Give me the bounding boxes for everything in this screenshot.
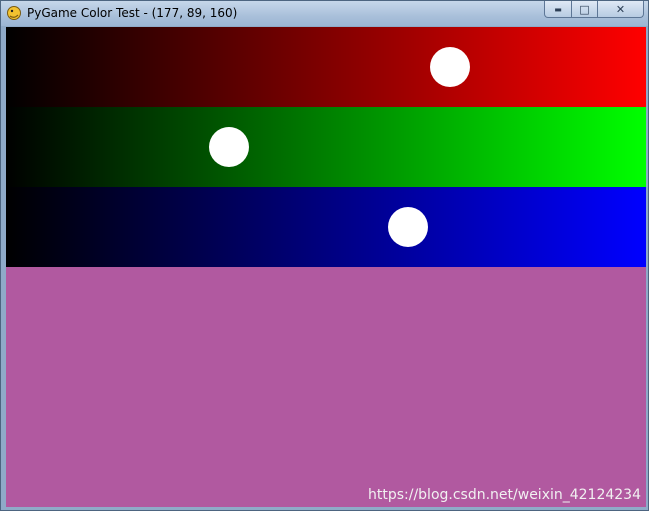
watermark-text: https://blog.csdn.net/weixin_42124234 [367,487,641,503]
color-preview-area [6,267,646,507]
window-title: PyGame Color Test - (177, 89, 160) [27,6,238,20]
green-slider-track[interactable] [6,107,646,187]
pygame-snake-icon [7,6,21,20]
window-controls: ▬ □ ✕ [544,1,644,19]
minimize-button[interactable]: ▬ [544,1,572,18]
maximize-icon: □ [579,2,590,16]
title-bar[interactable]: PyGame Color Test - (177, 89, 160) ▬ □ ✕ [1,1,648,26]
blue-slider-handle[interactable] [387,207,428,247]
minimize-icon: ▬ [554,4,562,14]
blue-slider-track[interactable] [6,187,646,267]
close-icon: ✕ [615,2,626,16]
close-button[interactable]: ✕ [598,1,644,18]
pygame-canvas[interactable] [6,27,646,507]
app-window: PyGame Color Test - (177, 89, 160) ▬ □ ✕… [0,0,649,511]
red-slider-track[interactable] [6,27,646,107]
red-slider-handle[interactable] [430,47,471,87]
green-slider-handle[interactable] [209,127,250,167]
maximize-button[interactable]: □ [572,1,598,18]
